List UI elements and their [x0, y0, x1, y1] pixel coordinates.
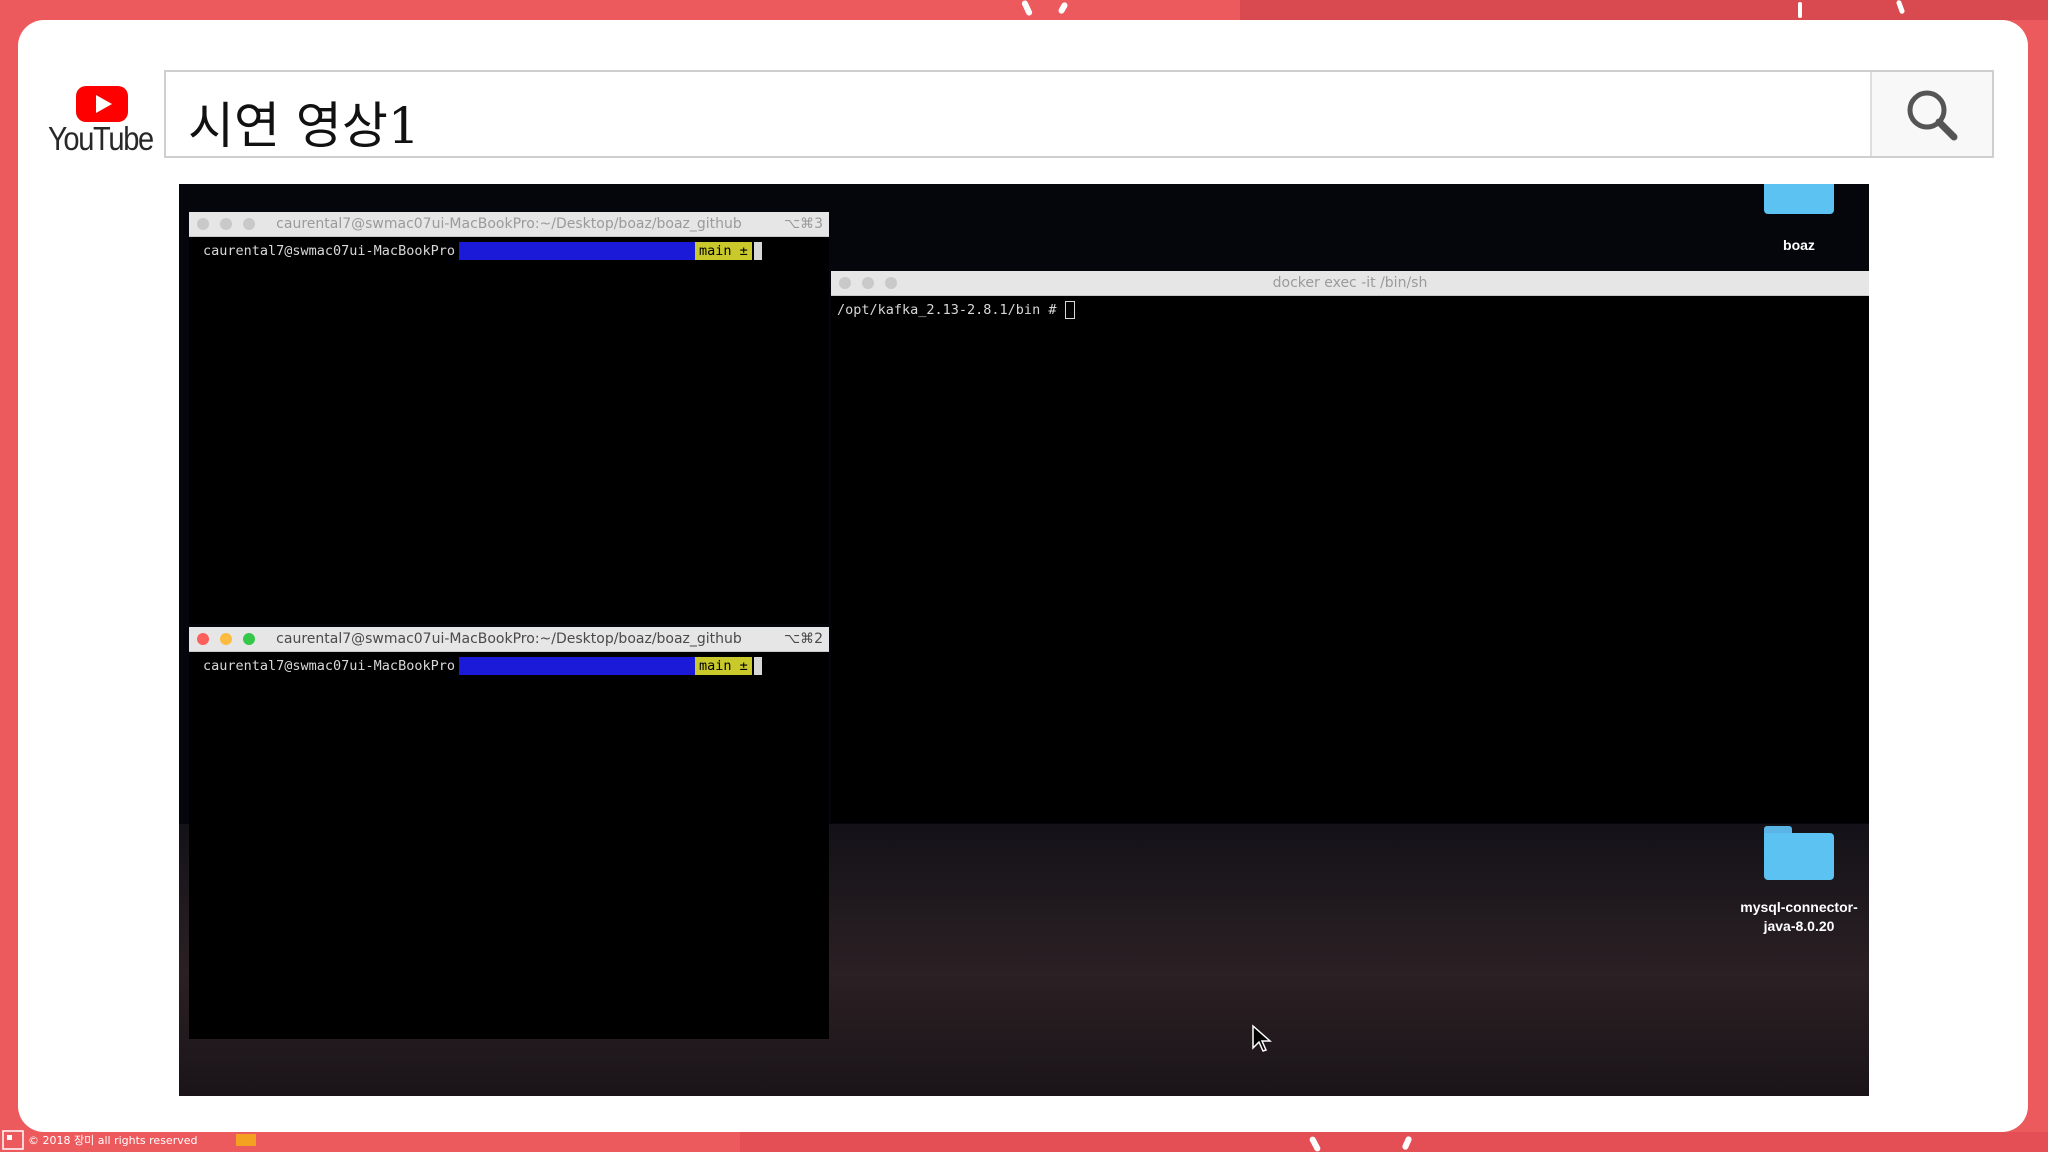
terminal-titlebar[interactable]: caurental7@swmac07ui-MacBookPro:~/Deskto…	[189, 627, 829, 652]
folder-icon[interactable]	[1764, 826, 1834, 880]
copyright-text: © 2018 장미 all rights reserved	[28, 1134, 198, 1147]
prompt-user: caurental7@swmac07ui-MacBookPro	[203, 243, 455, 259]
folder-label-mysql-connector[interactable]: mysql-connector- java-8.0.20	[1729, 898, 1869, 936]
folder-label-boaz[interactable]: boaz	[1729, 236, 1869, 255]
text-cursor	[753, 242, 762, 260]
search-icon	[1907, 90, 1958, 141]
demo-video-frame: caurental7@swmac07ui-MacBookPro:~/Deskto…	[179, 184, 1869, 1096]
prompt-path-segment	[458, 657, 695, 675]
decor-stroke	[1020, 0, 1034, 17]
shell-prompt: caurental7@swmac07ui-MacBookPro main ±	[203, 657, 762, 675]
mouse-cursor-icon	[1252, 1024, 1272, 1052]
folder-label-line: mysql-connector-	[1740, 899, 1858, 915]
text-cursor	[1064, 301, 1075, 319]
background-band	[740, 1132, 2048, 1152]
license-icon	[2, 1130, 24, 1150]
terminal-title: docker exec -it /bin/sh	[1272, 275, 1428, 291]
text-cursor	[753, 657, 762, 675]
terminal-shortcut: ⌥⌘3	[783, 216, 823, 232]
prompt-path-segment	[458, 242, 695, 260]
background-band	[1240, 0, 2048, 20]
folder-icon[interactable]	[1764, 184, 1834, 214]
terminal-titlebar[interactable]: caurental7@swmac07ui-MacBookPro:~/Deskto…	[189, 212, 829, 237]
prompt-git-branch: main ±	[694, 657, 752, 675]
terminal-window-top-left[interactable]: caurental7@swmac07ui-MacBookPro:~/Deskto…	[189, 212, 829, 624]
decor-stroke	[1798, 2, 1802, 18]
prompt-path: /opt/kafka_2.13-2.8.1/bin #	[837, 302, 1057, 318]
search-button[interactable]	[1870, 72, 1992, 156]
shell-prompt: caurental7@swmac07ui-MacBookPro main ±	[203, 242, 762, 260]
terminal-shortcut: ⌥⌘2	[783, 631, 823, 647]
decor-stroke	[1057, 1, 1069, 15]
folder-label-line: java-8.0.20	[1763, 918, 1835, 934]
search-query: 시연 영상1	[188, 97, 420, 155]
terminal-window-docker[interactable]: docker exec -it /bin/sh /opt/kafka_2.13-…	[831, 271, 1869, 823]
terminal-title: caurental7@swmac07ui-MacBookPro:~/Deskto…	[276, 631, 742, 647]
youtube-logo-text: YouTube	[48, 120, 154, 157]
terminal-titlebar[interactable]: docker exec -it /bin/sh	[831, 271, 1869, 296]
terminal-window-bottom-left[interactable]: caurental7@swmac07ui-MacBookPro:~/Deskto…	[189, 627, 829, 1039]
prompt-git-branch: main ±	[694, 242, 752, 260]
shell-prompt: /opt/kafka_2.13-2.8.1/bin #	[837, 301, 1075, 319]
search-bar[interactable]: 시연 영상1	[164, 70, 1994, 158]
youtube-logo[interactable]: YouTube	[46, 86, 156, 157]
play-icon	[76, 86, 128, 122]
prompt-user: caurental7@swmac07ui-MacBookPro	[203, 658, 455, 674]
terminal-title: caurental7@swmac07ui-MacBookPro:~/Deskto…	[276, 216, 742, 232]
footer-badge	[236, 1134, 256, 1146]
